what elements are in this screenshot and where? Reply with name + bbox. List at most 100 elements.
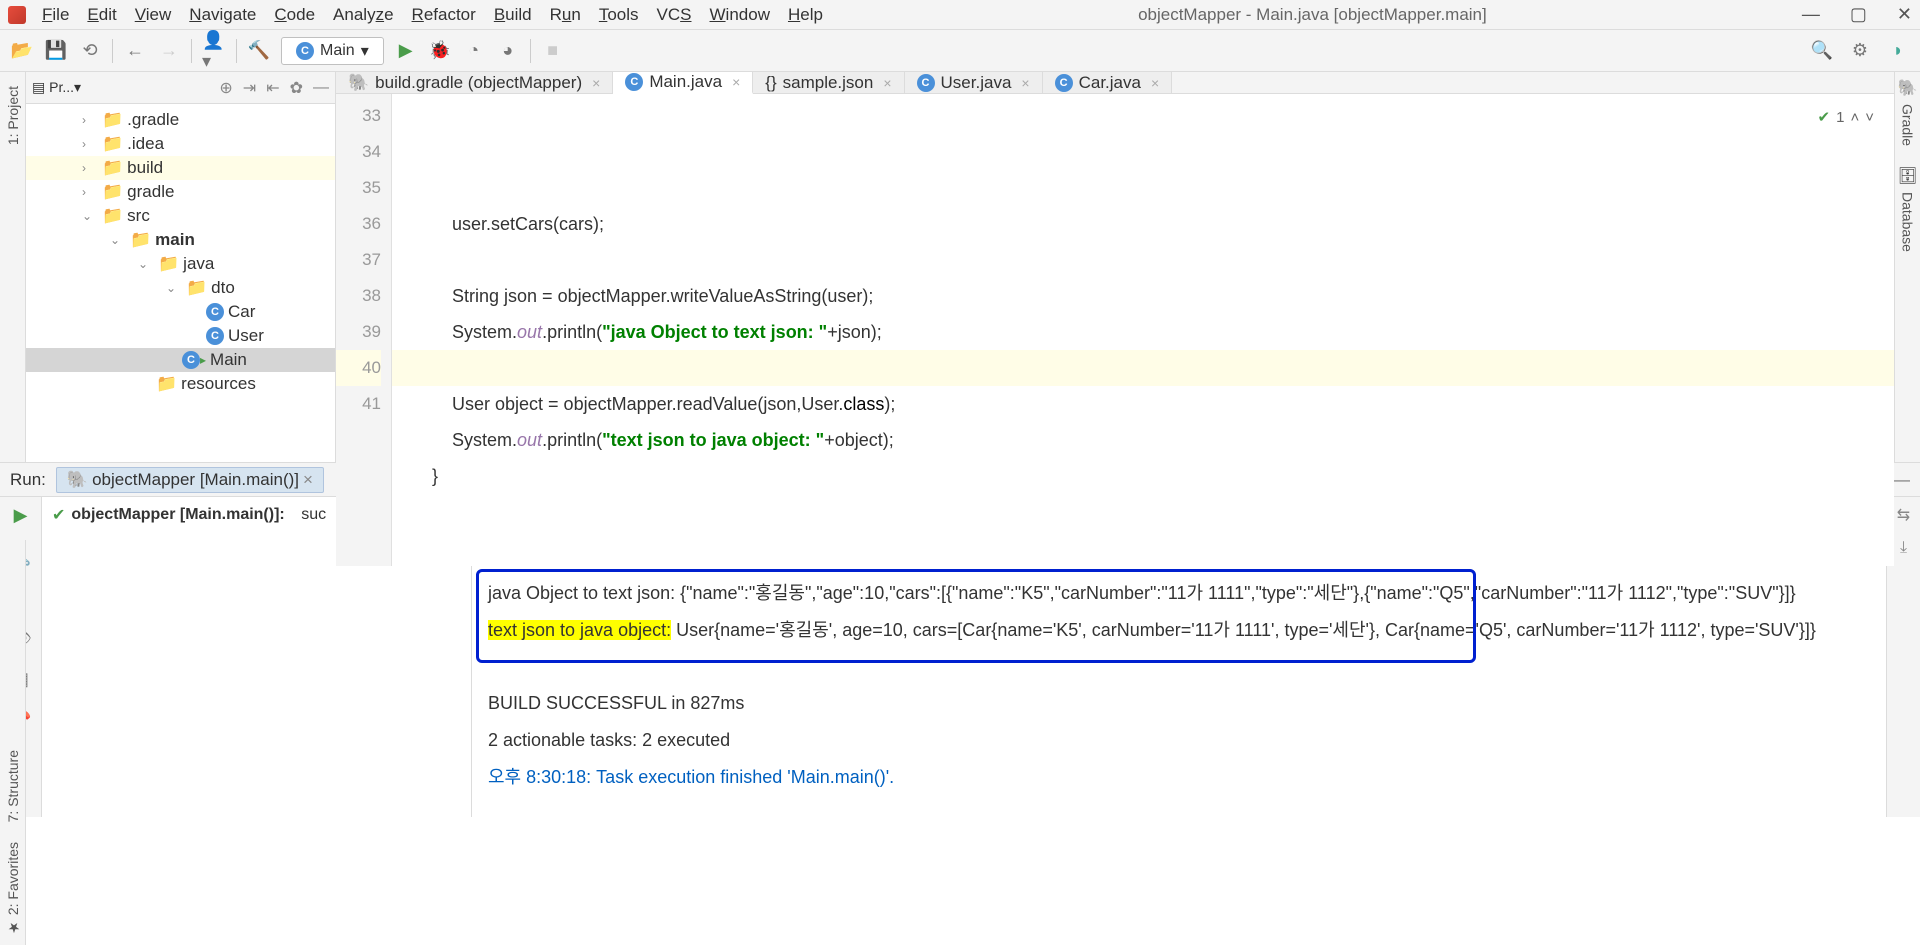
forward-icon[interactable]: → xyxy=(157,39,181,63)
project-dropdown[interactable]: ▤ Pr...▾ xyxy=(32,79,81,96)
favorites-tool-button[interactable]: ★ 2: Favorites xyxy=(5,842,21,935)
save-icon[interactable]: 💾 xyxy=(44,39,68,63)
menu-window[interactable]: Window xyxy=(710,5,770,25)
collapse-icon[interactable]: ⇤ xyxy=(266,78,279,98)
project-tool-button[interactable]: 1: Project xyxy=(5,86,21,145)
run-label: Run: xyxy=(10,470,46,490)
tree-java[interactable]: ⌄📁java xyxy=(26,252,335,276)
menu-analyze[interactable]: Analyze xyxy=(333,5,394,25)
menu-tools[interactable]: Tools xyxy=(599,5,639,25)
window-controls: — ▢ ✕ xyxy=(1802,4,1912,25)
tree-main-class[interactable]: C▸Main xyxy=(26,348,335,372)
menu-build[interactable]: Build xyxy=(494,5,532,25)
structure-tool-button[interactable]: 7: Structure xyxy=(5,750,21,822)
editor-tabs: 🐘build.gradle (objectMapper)× CMain.java… xyxy=(336,72,1894,94)
tree-user[interactable]: CUser xyxy=(26,324,335,348)
tab-user-java[interactable]: CUser.java× xyxy=(905,72,1043,93)
gradle-icon: 🐘 xyxy=(348,73,369,93)
run-tab[interactable]: 🐘objectMapper [Main.main()] × xyxy=(56,467,324,493)
tree-car[interactable]: CCar xyxy=(26,300,335,324)
close-button[interactable]: ✕ xyxy=(1897,4,1912,25)
class-icon: C xyxy=(917,74,935,92)
run-body: ▶ 🔧 ■ 👁 ▦ 📌 ✔ objectMapper [Main.main()]… xyxy=(0,497,1920,817)
minimize-button[interactable]: — xyxy=(1802,4,1820,25)
soft-wrap-icon[interactable]: ⇆ xyxy=(1897,505,1910,525)
tab-main-java[interactable]: CMain.java× xyxy=(613,72,753,94)
console-output[interactable]: java Object to text json: {"name":"홍길동",… xyxy=(472,497,1886,817)
project-panel-header: ▤ Pr...▾ ⊕ ⇥ ⇤ ✿ — xyxy=(26,72,335,104)
menubar: File Edit View Navigate Code Analyze Ref… xyxy=(42,5,823,25)
jetbrains-icon[interactable]: ◗ xyxy=(1886,39,1910,63)
menu-refactor[interactable]: Refactor xyxy=(412,5,476,25)
gradle-tool-button[interactable]: Gradle xyxy=(1900,104,1916,146)
check-icon: ✔ xyxy=(52,505,65,525)
run-config-selector[interactable]: C Main ▾ xyxy=(281,37,384,65)
close-icon[interactable]: × xyxy=(732,74,740,90)
code-content[interactable]: ✔1 ˄ ˅ user.setCars(cars); String json =… xyxy=(392,94,1894,566)
left-tool-strip-bottom: 7: Structure ★ 2: Favorites xyxy=(0,540,26,945)
console-line: BUILD SUCCESSFUL in 827ms xyxy=(488,693,744,713)
tree-gradle-dot[interactable]: ›📁.gradle xyxy=(26,108,335,132)
left-tool-strip: 1: Project xyxy=(0,72,26,462)
maximize-button[interactable]: ▢ xyxy=(1850,4,1867,25)
tree-dto[interactable]: ⌄📁dto xyxy=(26,276,335,300)
gradle-icon: 🐘 xyxy=(67,470,88,490)
menu-file[interactable]: File xyxy=(42,5,69,25)
tree-src[interactable]: ⌄📁src xyxy=(26,204,335,228)
settings-icon[interactable]: ⚙ xyxy=(1848,39,1872,63)
hammer-icon[interactable]: 🔨 xyxy=(247,39,271,63)
hide-icon[interactable]: — xyxy=(313,79,329,97)
menu-edit[interactable]: Edit xyxy=(87,5,116,25)
tree-resources[interactable]: 📁resources xyxy=(26,372,335,396)
tree-gradle[interactable]: ›📁gradle xyxy=(26,180,335,204)
menu-vcs[interactable]: VCS xyxy=(657,5,692,25)
code-editor[interactable]: 333435 363738 394041 ✔1 ˄ ˅ user.setCars… xyxy=(336,94,1894,566)
run-panel: Run: 🐘objectMapper [Main.main()] × ✿ — ▶… xyxy=(0,462,1920,817)
project-tree: ›📁.gradle ›📁.idea ›📁build ›📁gradle ⌄📁src… xyxy=(26,104,335,400)
expand-icon[interactable]: ⇥ xyxy=(243,78,256,98)
close-icon[interactable]: × xyxy=(1151,75,1159,91)
menu-run[interactable]: Run xyxy=(550,5,581,25)
console-line: 오후 8:30:18: Task execution finished 'Mai… xyxy=(488,767,894,787)
tab-sample-json[interactable]: {}sample.json× xyxy=(753,72,904,93)
check-icon: ✔ xyxy=(1818,100,1831,136)
scroll-icon[interactable]: ⤓ xyxy=(1900,539,1907,557)
tab-build-gradle[interactable]: 🐘build.gradle (objectMapper)× xyxy=(336,72,613,93)
inspection-badge[interactable]: ✔1 ˄ ˅ xyxy=(1818,100,1874,136)
tree-main[interactable]: ⌄📁main xyxy=(26,228,335,252)
main-toolbar: 📂 💾 ⟲ ← → 👤▾ 🔨 C Main ▾ ▶ 🐞 ◔ ◕ ■ 🔍 ⚙ ◗ xyxy=(0,30,1920,72)
gear-icon[interactable]: ✿ xyxy=(290,78,303,98)
sync-icon[interactable]: ⟲ xyxy=(78,39,102,63)
menu-navigate[interactable]: Navigate xyxy=(189,5,256,25)
right-tool-strip: 🐘 Gradle 🗄 Database xyxy=(1894,72,1920,462)
target-icon[interactable]: ⊕ xyxy=(219,78,232,98)
tab-car-java[interactable]: CCar.java× xyxy=(1043,72,1173,93)
close-icon[interactable]: × xyxy=(592,75,600,91)
back-icon[interactable]: ← xyxy=(123,39,147,63)
hide-icon[interactable]: — xyxy=(1893,470,1910,490)
menu-code[interactable]: Code xyxy=(274,5,315,25)
close-icon[interactable]: × xyxy=(303,470,313,490)
coverage-icon[interactable]: ◔ xyxy=(462,39,486,63)
stop-icon[interactable]: ■ xyxy=(541,39,565,63)
open-icon[interactable]: 📂 xyxy=(10,39,34,63)
database-tool-button[interactable]: Database xyxy=(1900,192,1916,252)
up-icon[interactable]: ˄ xyxy=(1850,100,1859,136)
debug-icon[interactable]: 🐞 xyxy=(428,39,452,63)
app-icon xyxy=(8,6,26,24)
run-icon[interactable]: ▶ xyxy=(394,39,418,63)
console-line: 2 actionable tasks: 2 executed xyxy=(488,730,730,750)
menu-help[interactable]: Help xyxy=(788,5,823,25)
close-icon[interactable]: × xyxy=(1021,75,1029,91)
rerun-icon[interactable]: ▶ xyxy=(14,505,28,526)
tree-idea[interactable]: ›📁.idea xyxy=(26,132,335,156)
console-line: java Object to text json: {"name":"홍길동",… xyxy=(488,583,1796,603)
gutter: 333435 363738 394041 xyxy=(336,94,392,566)
search-icon[interactable]: 🔍 xyxy=(1810,39,1834,63)
profile-icon[interactable]: ◕ xyxy=(496,39,520,63)
down-icon[interactable]: ˅ xyxy=(1865,100,1874,136)
close-icon[interactable]: × xyxy=(883,75,891,91)
tree-build[interactable]: ›📁build xyxy=(26,156,335,180)
avatar-icon[interactable]: 👤▾ xyxy=(202,39,226,63)
menu-view[interactable]: View xyxy=(135,5,172,25)
